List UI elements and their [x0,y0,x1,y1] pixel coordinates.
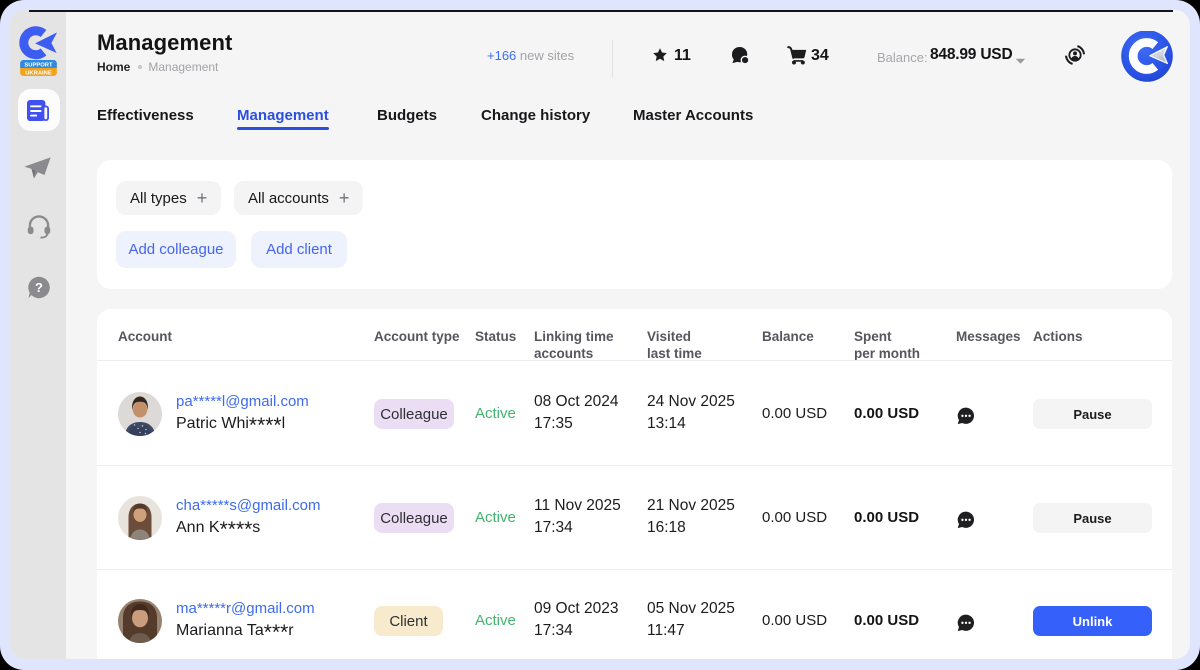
svg-text:SUPPORT: SUPPORT [24,62,53,68]
svg-text:UKRAINE: UKRAINE [25,70,52,76]
svg-text:?: ? [35,280,43,295]
